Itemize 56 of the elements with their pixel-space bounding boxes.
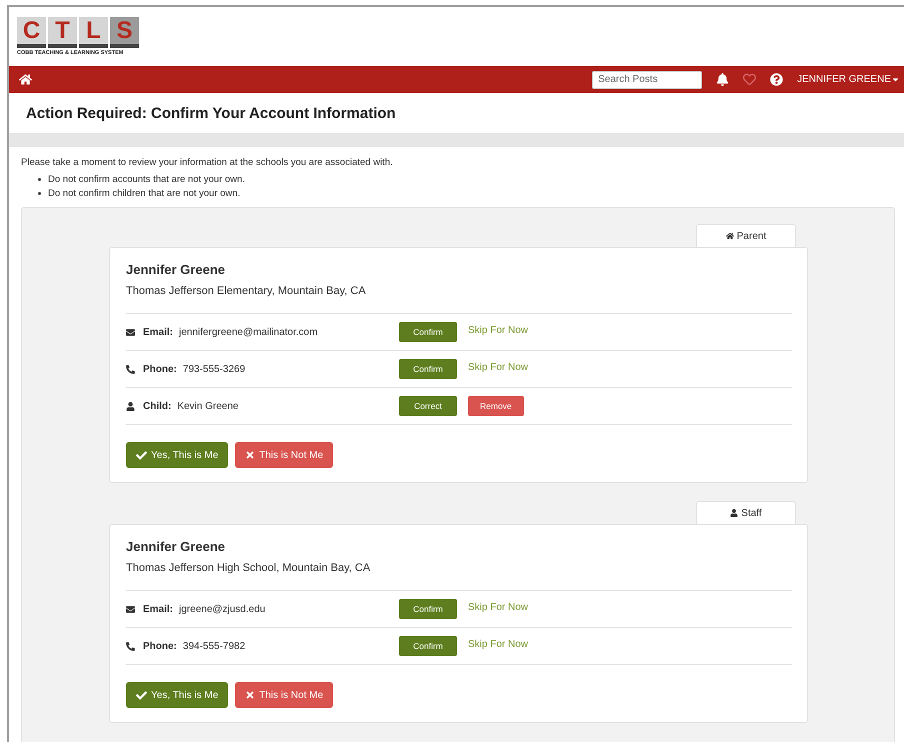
school-name: Thomas Jefferson Elementary, Mountain Bay, CA — [126, 285, 367, 297]
check-icon — [136, 450, 147, 460]
field-value: Kevin Greene — [177, 400, 238, 412]
logo-letter: S — [110, 17, 139, 48]
note-text: Do not confirm children that are not your own. — [48, 188, 240, 199]
not-me-button[interactable]: This is Not Me — [235, 682, 334, 708]
confirm-button[interactable]: Confirm — [399, 322, 457, 342]
skip-link[interactable]: Skip For Now — [468, 638, 528, 650]
phone-icon — [126, 642, 135, 650]
confirm-button[interactable]: Correct — [399, 396, 457, 416]
page-title: Action Required: Confirm Your Account Information — [26, 104, 396, 122]
account-name: Jennifer Greene — [126, 539, 226, 554]
skip-link[interactable]: Skip For Now — [468, 324, 528, 336]
field-value: jennifergreene@mailinator.com — [179, 326, 318, 338]
note-text: Do not confirm accounts that are not your own. — [48, 174, 245, 185]
account-name: Jennifer Greene — [126, 262, 226, 277]
field-label: Phone: — [143, 640, 177, 652]
logo-letter: T — [48, 17, 77, 48]
search-field[interactable]: Search Posts — [592, 70, 702, 88]
school-name: Thomas Jefferson High School, Mountain Bay, CA — [126, 562, 372, 574]
check-icon — [136, 690, 147, 700]
role-tab[interactable]: Staff — [696, 501, 796, 524]
role-tab[interactable]: Parent — [696, 224, 796, 247]
house-icon — [726, 232, 734, 240]
bell-icon[interactable] — [716, 73, 730, 86]
help-icon[interactable] — [770, 73, 784, 86]
yes-me-button[interactable]: Yes, This is Me — [126, 442, 228, 468]
bullet-icon — [38, 192, 41, 195]
confirm-button[interactable]: Confirm — [399, 636, 457, 656]
field-label: Child: — [143, 400, 172, 412]
confirm-button[interactable]: Confirm — [399, 599, 457, 619]
logo-letter: L — [79, 17, 108, 48]
logo-letter: C — [17, 17, 46, 48]
field-value: 793-555-3269 — [182, 364, 246, 374]
field-value: 394-555-7982 — [182, 640, 246, 652]
not-me-button[interactable]: This is Not Me — [235, 442, 334, 468]
bullet-icon — [38, 178, 41, 181]
close-icon — [245, 690, 256, 700]
field-label: Email: — [143, 604, 174, 614]
envelope-icon — [126, 328, 135, 336]
person-icon — [730, 509, 738, 517]
remove-button[interactable]: Remove — [468, 396, 524, 416]
confirm-button[interactable]: Confirm — [399, 359, 457, 379]
phone-icon — [126, 364, 135, 374]
envelope-icon — [126, 604, 135, 614]
user-menu[interactable]: JENNIFER GREENE — [797, 74, 900, 85]
field-value: jgreene@zjusd.edu — [179, 604, 266, 614]
skip-link[interactable]: Skip For Now — [468, 602, 528, 612]
skip-link[interactable]: Skip For Now — [468, 362, 528, 372]
close-icon — [245, 450, 256, 460]
person-icon — [126, 402, 135, 410]
field-label: Email: — [143, 326, 174, 338]
intro-text: Please take a moment to review your information at the schools you are associated with. — [21, 157, 394, 168]
home-icon[interactable] — [19, 73, 32, 86]
yes-me-button[interactable]: Yes, This is Me — [126, 682, 228, 708]
field-label: Phone: — [143, 364, 177, 374]
